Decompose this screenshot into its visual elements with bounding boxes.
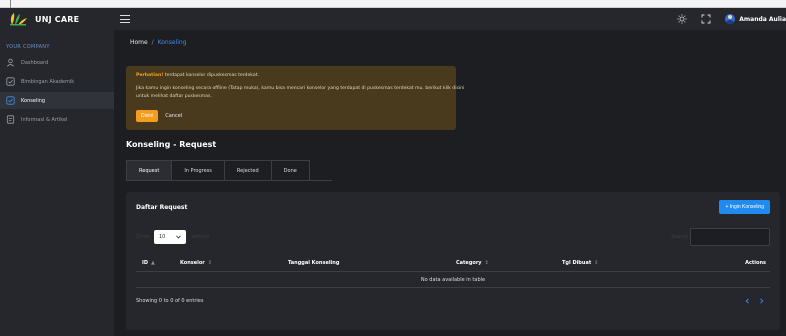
column-header-actions: Actions: [745, 260, 766, 266]
pagination: [738, 296, 766, 306]
card-title: Daftar Request: [136, 204, 188, 211]
sidebar-item-label: Informasi & Artikel: [21, 116, 68, 123]
browser-top-strip: [0, 0, 786, 8]
request-card: Daftar Request + Ingin Konseling Show 10…: [126, 192, 780, 330]
search-label: Search:: [671, 234, 690, 240]
tab-in-progress[interactable]: In Progress: [171, 160, 225, 180]
sort-asc-icon: ▲: [151, 260, 155, 266]
alert-body: Jika kamu ingin konseling secara offline…: [136, 86, 465, 99]
brand-title: UNJ CARE: [35, 14, 80, 24]
user-icon: [6, 58, 15, 67]
menu-toggle-icon[interactable]: [120, 14, 130, 24]
page-length-value: 10: [159, 234, 166, 240]
sort-icon: ⇕: [484, 260, 489, 266]
fullscreen-icon[interactable]: [701, 14, 711, 24]
sidebar-item-label: Bimbingan Akademik: [21, 78, 75, 85]
topbar: Amanda Aulia: [114, 8, 786, 30]
search-input[interactable]: [690, 228, 770, 246]
sidebar-item-label: Konseling: [21, 97, 46, 104]
disini-button[interactable]: Disini: [136, 110, 159, 122]
breadcrumb: Home / Konseling: [130, 39, 186, 46]
column-header-category[interactable]: Category ⇕: [456, 260, 489, 266]
chevron-right-icon[interactable]: [756, 296, 766, 306]
user-name[interactable]: Amanda Aulia: [739, 16, 786, 23]
avatar[interactable]: [725, 14, 736, 24]
table-empty-row: No data available in table: [136, 272, 770, 288]
table-info: Showing 0 to 0 of 0 entries: [136, 298, 204, 304]
main-content: Home / Konseling Perhatian! terdapat kon…: [114, 30, 786, 336]
topbar-actions: Amanda Aulia: [677, 8, 786, 30]
page-length-select[interactable]: 10: [154, 230, 186, 244]
brand-logo-icon: [10, 13, 27, 26]
length-after-label: entries: [192, 234, 210, 240]
tab-done[interactable]: Done: [270, 160, 310, 180]
cancel-button[interactable]: Cancel: [165, 113, 182, 119]
breadcrumb-current: Konseling: [157, 39, 187, 46]
sidebar-section-label: YOUR COMPANY: [6, 44, 50, 50]
sidebar-item-informasi-artikel[interactable]: Informasi & Artikel: [0, 111, 114, 128]
sort-icon: ⇕: [207, 260, 212, 266]
alert-strong-text: Perhatian!: [136, 73, 164, 78]
breadcrumb-separator: /: [151, 39, 154, 46]
status-tabs: Request In Progress Rejected Done: [126, 160, 332, 181]
chevron-left-icon[interactable]: [742, 296, 752, 306]
breadcrumb-home[interactable]: Home: [130, 39, 148, 46]
length-label: Show: [136, 234, 150, 240]
sidebar: UNJ CARE YOUR COMPANY Dashboard Bimbinga…: [0, 8, 114, 336]
alert-headline: Perhatian! terdapat konselor dipuskesmas…: [136, 73, 446, 78]
top-strip-tick: [10, 0, 11, 8]
sidebar-item-dashboard[interactable]: Dashboard: [0, 54, 114, 71]
page-length-control: Show 10 entries: [136, 230, 209, 244]
sidebar-item-konseling[interactable]: Konseling: [0, 92, 114, 109]
column-header-id[interactable]: ID ▲: [142, 260, 155, 266]
tab-request[interactable]: Request: [126, 160, 173, 180]
sidebar-item-bimbingan-akademik[interactable]: Bimbingan Akademik: [0, 73, 114, 90]
sidebar-item-label: Dashboard: [21, 59, 49, 66]
brand[interactable]: UNJ CARE: [0, 8, 114, 30]
sort-icon: ⇕: [594, 260, 599, 266]
column-header-tgl-dibuat[interactable]: Tgl Dibuat ⇕: [562, 260, 598, 266]
alert-headline-rest: terdapat konselor dipuskesmas terdekat.: [163, 73, 259, 78]
chat-icon: [6, 96, 15, 105]
sun-icon[interactable]: [677, 14, 687, 24]
add-konseling-button[interactable]: + Ingin Konseling: [719, 200, 770, 214]
tab-rejected[interactable]: Rejected: [223, 160, 272, 180]
table-header: ID ▲ Konselor ⇕ Tanggal Konseling Category…: [136, 254, 770, 272]
checkbox-icon: [6, 77, 15, 86]
page-title: Konseling - Request: [126, 140, 217, 149]
alert-actions: Disini Cancel: [136, 110, 182, 122]
column-header-tanggal-konseling[interactable]: Tanggal Konseling: [288, 260, 339, 266]
column-header-konselor[interactable]: Konselor ⇕: [180, 260, 212, 266]
document-icon: [6, 115, 15, 124]
warning-alert: Perhatian! terdapat konselor dipuskesmas…: [126, 66, 464, 130]
chevron-down-icon: [176, 235, 181, 239]
